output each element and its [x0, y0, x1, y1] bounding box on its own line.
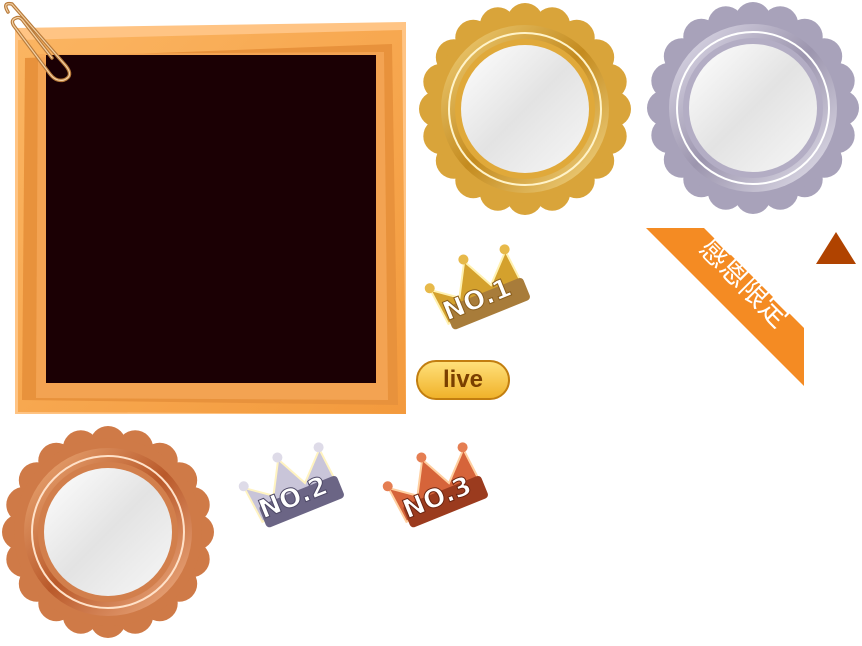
live-badge-label: live: [442, 366, 484, 393]
bronze-medal: [2, 426, 214, 638]
live-badge[interactable]: live: [416, 360, 510, 400]
crown-bronze-icon: NO.3: [382, 442, 488, 528]
crown-silver-icon: NO.2: [238, 442, 344, 528]
triangle-icon[interactable]: [814, 230, 858, 266]
photo-placeholder[interactable]: [46, 55, 376, 383]
silver-medal: [647, 2, 859, 214]
gold-medal: [419, 3, 631, 215]
paperclip-icon: [4, 1, 72, 83]
crown-gold-icon: NO.1: [424, 244, 530, 330]
ribbon-banner: 感恩限定: [646, 228, 804, 386]
